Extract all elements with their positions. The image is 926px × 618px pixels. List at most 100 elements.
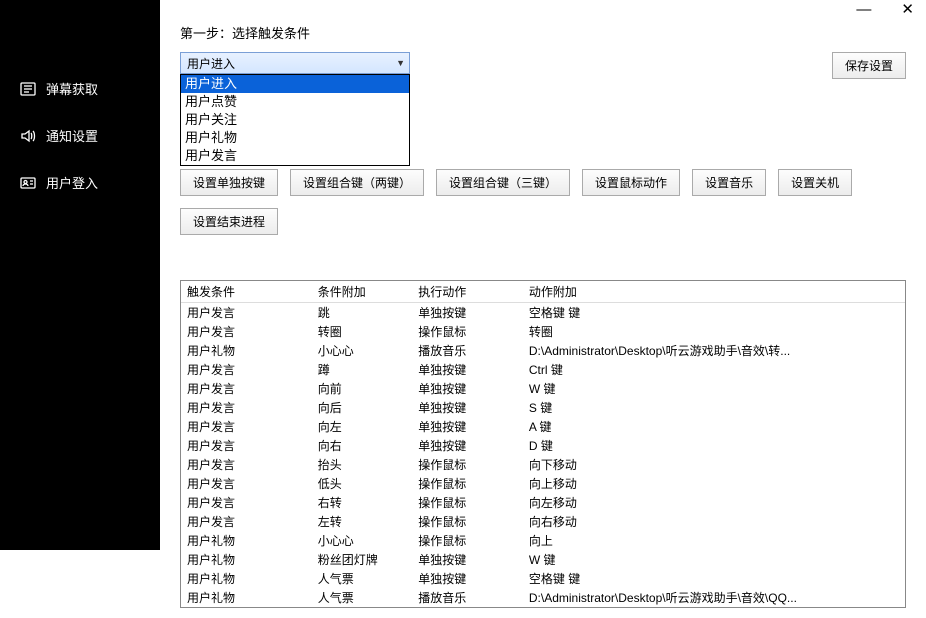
- table-cell: 左转: [312, 512, 413, 531]
- table-cell: 用户发言: [181, 322, 312, 341]
- table-cell: 播放音乐: [412, 341, 523, 360]
- action-button[interactable]: 设置组合键（三键）: [436, 169, 570, 196]
- trigger-dropdown: 用户进入用户点赞用户关注用户礼物用户发言: [180, 74, 410, 166]
- chevron-down-icon: ▼: [396, 58, 405, 68]
- table-cell: 操作鼠标: [412, 474, 523, 493]
- rules-table: 触发条件条件附加执行动作动作附加 用户发言跳单独按键空格键 键用户发言转圈操作鼠…: [181, 281, 905, 607]
- step1-label: 第一步：选择触发条件: [180, 23, 906, 42]
- user-card-icon: [20, 175, 36, 191]
- table-row[interactable]: 用户发言向左单独按键A 键: [181, 417, 905, 436]
- table-cell: 单独按键: [412, 360, 523, 379]
- table-cell: D:\Administrator\Desktop\听云游戏助手\音效\转...: [523, 341, 905, 360]
- table-header[interactable]: 触发条件: [181, 281, 312, 303]
- table-row[interactable]: 用户发言向后单独按键S 键: [181, 398, 905, 417]
- table-cell: 向右移动: [523, 512, 905, 531]
- table-cell: 单独按键: [412, 398, 523, 417]
- table-cell: 向上: [523, 531, 905, 550]
- main-panel: — ✕ 第一步：选择触发条件 用户进入 ▼ 用户进入用户点赞用户关注用户礼物用户…: [160, 0, 926, 550]
- sidebar-item-notify[interactable]: 通知设置: [0, 112, 160, 159]
- action-button-row: 设置单独按键设置组合键（两键） 设置组合键（三键） 设置鼠标动作设置音乐设置关机设置…: [180, 169, 906, 235]
- titlebar: — ✕: [160, 0, 926, 19]
- table-row[interactable]: 用户发言蹲单独按键Ctrl 键: [181, 360, 905, 379]
- table-cell: W 键: [523, 379, 905, 398]
- table-cell: S 键: [523, 398, 905, 417]
- table-row[interactable]: 用户发言低头操作鼠标向上移动: [181, 474, 905, 493]
- rules-table-container: 触发条件条件附加执行动作动作附加 用户发言跳单独按键空格键 键用户发言转圈操作鼠…: [180, 280, 906, 608]
- dropdown-option[interactable]: 用户礼物: [181, 129, 409, 147]
- table-cell: 单独按键: [412, 550, 523, 569]
- table-cell: D 键: [523, 436, 905, 455]
- save-button[interactable]: 保存设置: [832, 52, 906, 79]
- sidebar-item-danmu[interactable]: 弹幕获取: [0, 65, 160, 112]
- table-cell: 向左: [312, 417, 413, 436]
- table-cell: 操作鼠标: [412, 322, 523, 341]
- table-cell: 转圈: [312, 322, 413, 341]
- minimize-button[interactable]: —: [850, 0, 877, 19]
- table-cell: 操作鼠标: [412, 493, 523, 512]
- table-cell: 用户礼物: [181, 569, 312, 588]
- sidebar-logo-area: [0, 0, 160, 65]
- table-cell: 转圈: [523, 322, 905, 341]
- table-row[interactable]: 用户发言左转操作鼠标向右移动: [181, 512, 905, 531]
- table-cell: 用户礼物: [181, 588, 312, 607]
- table-header[interactable]: 执行动作: [412, 281, 523, 303]
- table-cell: 用户发言: [181, 436, 312, 455]
- table-cell: 空格键 键: [523, 303, 905, 323]
- action-button[interactable]: 设置单独按键: [180, 169, 278, 196]
- dropdown-option[interactable]: 用户关注: [181, 111, 409, 129]
- action-button[interactable]: 设置结束进程: [180, 208, 278, 235]
- table-cell: 人气票: [312, 588, 413, 607]
- table-header[interactable]: 条件附加: [312, 281, 413, 303]
- table-cell: 用户礼物: [181, 531, 312, 550]
- dropdown-option[interactable]: 用户发言: [181, 147, 409, 165]
- table-cell: 用户发言: [181, 417, 312, 436]
- table-cell: 用户礼物: [181, 341, 312, 360]
- table-cell: 操作鼠标: [412, 512, 523, 531]
- table-cell: 用户发言: [181, 360, 312, 379]
- list-icon: [20, 81, 36, 97]
- table-cell: 向前: [312, 379, 413, 398]
- table-cell: 粉丝团灯牌: [312, 550, 413, 569]
- table-row[interactable]: 用户发言右转操作鼠标向左移动: [181, 493, 905, 512]
- table-cell: D:\Administrator\Desktop\听云游戏助手\音效\QQ...: [523, 588, 905, 607]
- table-row[interactable]: 用户礼物小心心播放音乐D:\Administrator\Desktop\听云游戏…: [181, 341, 905, 360]
- table-cell: 操作鼠标: [412, 455, 523, 474]
- table-cell: 跳: [312, 303, 413, 323]
- action-button[interactable]: 设置关机: [778, 169, 852, 196]
- table-cell: 单独按键: [412, 569, 523, 588]
- sound-icon: [20, 128, 36, 144]
- table-row[interactable]: 用户礼物粉丝团灯牌单独按键W 键: [181, 550, 905, 569]
- table-row[interactable]: 用户发言向右单独按键D 键: [181, 436, 905, 455]
- table-row[interactable]: 用户礼物小心心操作鼠标向上: [181, 531, 905, 550]
- table-cell: 用户发言: [181, 455, 312, 474]
- table-cell: 用户发言: [181, 303, 312, 323]
- select-value: 用户进入: [187, 55, 235, 72]
- table-row[interactable]: 用户礼物人气票单独按键空格键 键: [181, 569, 905, 588]
- table-cell: 向后: [312, 398, 413, 417]
- table-cell: A 键: [523, 417, 905, 436]
- table-cell: 单独按键: [412, 303, 523, 323]
- table-row[interactable]: 用户发言向前单独按键W 键: [181, 379, 905, 398]
- table-row[interactable]: 用户礼物人气票播放音乐D:\Administrator\Desktop\听云游戏…: [181, 588, 905, 607]
- table-cell: 单独按键: [412, 379, 523, 398]
- sidebar-item-label: 弹幕获取: [46, 79, 98, 98]
- trigger-select[interactable]: 用户进入 ▼: [180, 52, 410, 74]
- dropdown-option[interactable]: 用户点赞: [181, 93, 409, 111]
- table-cell: 向下移动: [523, 455, 905, 474]
- action-button[interactable]: 设置鼠标动作: [582, 169, 680, 196]
- table-cell: 小心心: [312, 531, 413, 550]
- action-button[interactable]: 设置组合键（两键）: [290, 169, 424, 196]
- table-cell: 单独按键: [412, 436, 523, 455]
- table-cell: 单独按键: [412, 417, 523, 436]
- action-button[interactable]: 设置音乐: [692, 169, 766, 196]
- table-header[interactable]: 动作附加: [523, 281, 905, 303]
- table-row[interactable]: 用户发言抬头操作鼠标向下移动: [181, 455, 905, 474]
- table-cell: 小心心: [312, 341, 413, 360]
- table-row[interactable]: 用户发言跳单独按键空格键 键: [181, 303, 905, 323]
- dropdown-option[interactable]: 用户进入: [181, 75, 409, 93]
- table-cell: 向右: [312, 436, 413, 455]
- close-button[interactable]: ✕: [895, 0, 920, 19]
- sidebar-item-login[interactable]: 用户登入: [0, 159, 160, 206]
- table-row[interactable]: 用户发言转圈操作鼠标转圈: [181, 322, 905, 341]
- table-cell: 用户发言: [181, 379, 312, 398]
